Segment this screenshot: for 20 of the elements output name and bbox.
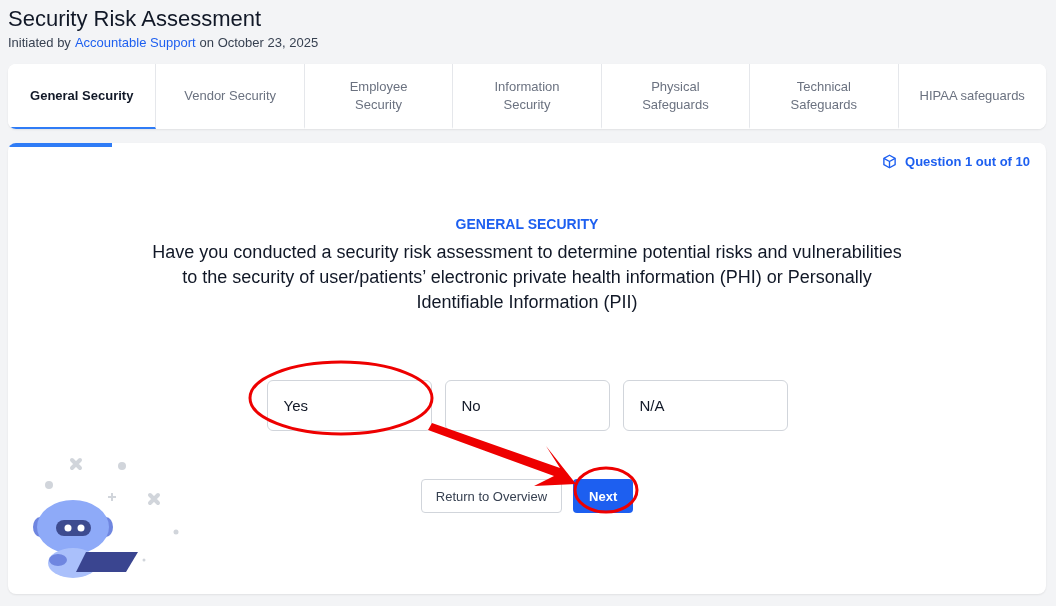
- question-text: Have you conducted a security risk assessment to determine potential risks and vulnerabilities to the security of user/patients’ electronic private health information (PHI) or Personally Identifiable Information (PII): [151, 241, 903, 314]
- section-tab[interactable]: HIPAA safeguards: [898, 64, 1046, 129]
- section-tab[interactable]: Technical Safeguards: [750, 64, 899, 129]
- section-heading: GENERAL SECURITY: [455, 216, 599, 232]
- section-tab[interactable]: General Security: [8, 64, 157, 129]
- initiated-label: Initiated by: [8, 35, 71, 50]
- section-tab[interactable]: Employee Security: [304, 64, 454, 129]
- initiated-date: on October 23, 2025: [199, 35, 319, 50]
- return-button[interactable]: Return to Overview: [420, 479, 563, 513]
- section-tab[interactable]: Physical Safeguards: [601, 64, 751, 129]
- answer-option[interactable]: No: [444, 380, 610, 431]
- section-tab[interactable]: Vendor Security: [156, 64, 305, 129]
- answer-option[interactable]: N/A: [622, 380, 788, 431]
- initiator-link[interactable]: Accountable Support: [74, 35, 196, 50]
- cube-icon: [882, 154, 898, 169]
- answer-option[interactable]: Yes: [266, 380, 432, 431]
- question-counter: Question 1 out of 10: [905, 154, 1030, 169]
- annotation-ellipse: [573, 466, 639, 514]
- section-tab[interactable]: Information Security: [453, 64, 602, 129]
- page-title: Security Risk Assessment: [8, 6, 262, 32]
